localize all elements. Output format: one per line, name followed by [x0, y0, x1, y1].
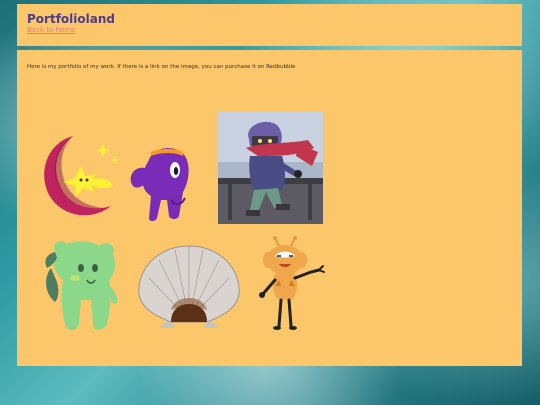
scarf-character-art[interactable] — [218, 112, 323, 224]
seashell-art[interactable] — [135, 238, 243, 334]
orange-bug-character-art[interactable] — [255, 234, 325, 334]
portfolio-panel: Here is my portfolio of my work. If ther… — [17, 50, 522, 366]
intro-text: Here is my portfolio of my work. If ther… — [27, 64, 296, 70]
green-creature-art[interactable] — [41, 238, 121, 334]
moon-star-character-art[interactable] — [33, 130, 129, 222]
back-to-home-link[interactable]: Back to home — [27, 26, 512, 35]
header: Portfolioland Back to home — [17, 4, 522, 46]
purple-blob-character-art[interactable] — [125, 138, 205, 224]
site-title: Portfolioland — [27, 12, 115, 26]
